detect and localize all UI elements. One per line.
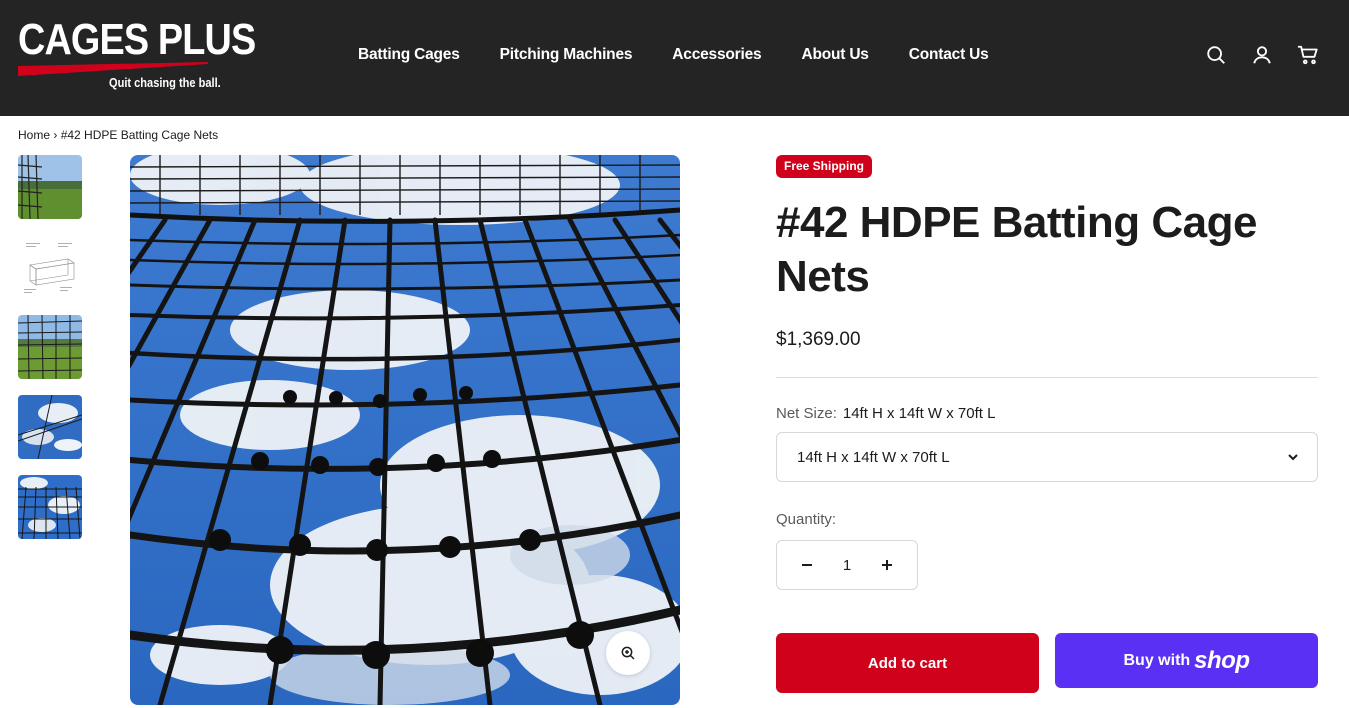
purchase-buttons: Add to cart Buy with shop bbox=[776, 633, 1318, 693]
buy-with-shop-button[interactable]: Buy with shop bbox=[1055, 633, 1318, 688]
main-nav: Batting Cages Pitching Machines Accessor… bbox=[358, 46, 1029, 64]
logo-text: CAGES PLUS bbox=[18, 15, 256, 64]
zoom-button[interactable] bbox=[606, 631, 650, 675]
breadcrumb-current: #42 HDPE Batting Cage Nets bbox=[60, 128, 219, 142]
thumbnail-5-active[interactable] bbox=[18, 475, 82, 539]
thumbnail-3[interactable] bbox=[18, 315, 82, 379]
minus-icon bbox=[802, 564, 812, 566]
net-size-label-text: Net Size: bbox=[776, 405, 837, 422]
product-price: $1,369.00 bbox=[776, 329, 861, 350]
chevron-down-icon bbox=[1288, 454, 1298, 461]
nav-pitching-machines[interactable]: Pitching Machines bbox=[500, 46, 633, 64]
nav-accessories[interactable]: Accessories bbox=[672, 46, 761, 64]
free-shipping-badge: Free Shipping bbox=[776, 155, 873, 178]
thumbnail-4[interactable] bbox=[18, 395, 82, 459]
net-size-select[interactable]: 14ft H x 14ft W x 70ft L bbox=[776, 432, 1318, 482]
cart-icon[interactable] bbox=[1297, 44, 1319, 66]
thumbnail-1[interactable] bbox=[18, 155, 82, 219]
logo-swoosh bbox=[18, 62, 208, 76]
zoom-in-icon bbox=[621, 646, 635, 660]
product-info: Free Shipping #42 HDPE Batting Cage Nets… bbox=[776, 155, 1318, 693]
breadcrumb-home[interactable]: Home bbox=[18, 128, 50, 142]
brand-logo[interactable]: CAGES PLUS Quit chasing the ball. bbox=[18, 18, 256, 98]
nav-contact-us[interactable]: Contact Us bbox=[909, 46, 989, 64]
increase-quantity-button[interactable] bbox=[875, 553, 899, 577]
search-icon[interactable] bbox=[1205, 44, 1227, 66]
plus-icon bbox=[882, 560, 892, 570]
product-title: #42 HDPE Batting Cage Nets bbox=[776, 198, 1257, 301]
quantity-input[interactable]: 1 bbox=[832, 557, 862, 574]
main-product-image[interactable] bbox=[130, 155, 680, 705]
decrease-quantity-button[interactable] bbox=[795, 553, 819, 577]
buy-with-label: Buy with bbox=[1123, 651, 1191, 669]
site-header: CAGES PLUS Quit chasing the ball. Battin… bbox=[0, 0, 1349, 116]
net-size-selected-text: 14ft H x 14ft W x 70ft L bbox=[842, 405, 996, 422]
thumbnail-list bbox=[18, 155, 82, 555]
header-actions bbox=[1205, 44, 1319, 66]
quantity-stepper: 1 bbox=[776, 540, 918, 590]
logo-tagline: Quit chasing the ball. bbox=[109, 75, 221, 90]
quantity-label: Quantity: bbox=[776, 511, 837, 528]
divider bbox=[776, 377, 1318, 378]
breadcrumb: Home › #42 HDPE Batting Cage Nets bbox=[18, 128, 218, 142]
net-size-label: Net Size: 14ft H x 14ft W x 70ft L bbox=[776, 405, 1318, 422]
net-size-select-value: 14ft H x 14ft W x 70ft L bbox=[797, 448, 950, 466]
nav-batting-cages[interactable]: Batting Cages bbox=[358, 46, 460, 64]
nav-about-us[interactable]: About Us bbox=[801, 46, 868, 64]
shop-logo: shop bbox=[1194, 646, 1250, 674]
breadcrumb-separator: › bbox=[53, 128, 58, 142]
add-to-cart-button[interactable]: Add to cart bbox=[776, 633, 1039, 693]
thumbnail-2[interactable] bbox=[18, 235, 82, 299]
account-icon[interactable] bbox=[1251, 44, 1273, 66]
